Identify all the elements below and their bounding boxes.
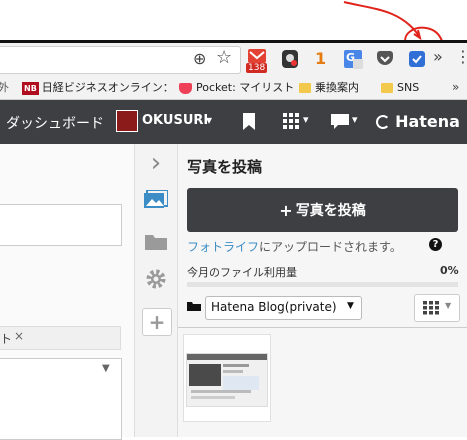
hatena-logo-text: Hatena [395, 112, 460, 131]
gmail-count-badge: 138 [246, 63, 268, 73]
plus-icon: + [148, 310, 166, 334]
folder-select[interactable]: Hatena Blog(private) ▼ [205, 296, 362, 320]
chevron-down-icon: ▾ [206, 113, 213, 127]
post-photo-button[interactable]: + 写真を投稿 [187, 188, 458, 232]
photo-icon[interactable] [144, 190, 168, 210]
gmail-extension-icon[interactable] [248, 49, 266, 63]
bookmark-star-icon[interactable]: ☆ [216, 47, 232, 68]
bookmark-folder-sns[interactable]: SNS [381, 80, 419, 96]
usage-percent: 0% [440, 264, 459, 277]
panel-title: 写真を投稿 [187, 158, 263, 176]
close-icon[interactable]: × [14, 329, 24, 343]
gear-icon[interactable] [145, 268, 167, 290]
photo-list-divider [178, 327, 467, 328]
browser-toolbar: ⊕ ☆ 138 1 G » ⋮ [0, 40, 467, 77]
translate-extension-icon[interactable]: G [344, 50, 363, 69]
thumbnail-image [186, 353, 268, 407]
chevron-right-icon[interactable]: › [143, 148, 169, 178]
bookmark-label: Pocket: マイリスト [196, 81, 295, 94]
bookmark-folder-transit[interactable]: 乗換案内 [299, 80, 359, 96]
hatena-swirl-icon [376, 114, 390, 129]
photo-upload-panel: 写真を投稿 + 写真を投稿 フォトライフにアップロードされます。 ? 今月のファ… [178, 144, 467, 437]
upload-destination-note: フォトライフにアップロードされます。 [187, 238, 402, 255]
browser-menu-icon[interactable]: ⋮ [455, 47, 467, 66]
blog-avatar [116, 110, 138, 132]
grid-view-icon [423, 301, 439, 315]
folder-select-value: Hatena Blog(private) [211, 300, 337, 314]
post-photo-label: 写真を投稿 [295, 203, 366, 219]
checkmark-icon [412, 55, 422, 64]
plus-icon: + [279, 200, 293, 220]
bookmark-label: SNS [397, 81, 420, 94]
pocket-favicon-icon [179, 82, 192, 94]
fotolife-link[interactable]: フォトライフ [187, 240, 259, 254]
chevron-down-icon: ▾ [352, 113, 358, 126]
grid-menu-icon[interactable] [283, 113, 301, 131]
hatena-logo[interactable]: Hatena [376, 111, 460, 131]
category-tag[interactable]: ト × [0, 326, 121, 350]
folder-icon [187, 302, 201, 311]
extensions-overflow-icon[interactable]: » [433, 47, 443, 66]
hatena-blog-extension-icon[interactable] [409, 51, 425, 67]
folder-icon [381, 83, 393, 93]
bookmarks-overflow-icon[interactable]: » [452, 80, 459, 94]
dashboard-link[interactable]: ダッシュボード [6, 113, 104, 133]
bookmark-item-pocket[interactable]: Pocket: マイリスト [179, 80, 294, 96]
extension-icon[interactable] [282, 50, 298, 68]
bookmark-icon[interactable] [242, 113, 256, 131]
select-arrow-icon: ▼ [347, 301, 354, 311]
upload-text: にアップロードされます。 [259, 240, 402, 254]
bookmark-item-nikkei[interactable]: NB 日経ビジネスオンライン： [22, 80, 174, 96]
tag-label: ト [0, 332, 13, 346]
folder-icon [299, 83, 311, 93]
photo-thumbnail[interactable] [183, 334, 271, 422]
folder-icon[interactable] [145, 232, 167, 250]
comment-icon[interactable] [331, 114, 349, 130]
help-icon[interactable]: ? [429, 238, 442, 251]
notification-count-icon[interactable]: 1 [315, 49, 326, 68]
bookmarks-bar: 外 NB 日経ビジネスオンライン： Pocket: マイリスト 乗換案内 SNS … [0, 77, 467, 100]
dropdown-triangle-icon[interactable]: ▼ [102, 363, 110, 374]
bookmark-label: 日経ビジネスオンライン： [41, 81, 174, 94]
usage-progress-bar [187, 282, 458, 287]
usage-label: 今月のファイル利用量 [187, 266, 297, 279]
zoom-icon[interactable]: ⊕ [193, 49, 206, 68]
add-button[interactable]: + [142, 308, 172, 336]
editor-left-pane: ト × ▼ [0, 144, 135, 440]
pocket-extension-icon[interactable] [377, 51, 393, 65]
chevron-down-icon: ▼ [445, 301, 452, 310]
editor-sidebar-icons: › + [135, 144, 178, 437]
bookmark-label: 乗換案内 [315, 81, 359, 94]
view-toggle-button[interactable]: ▼ [414, 294, 460, 322]
bookmark-item[interactable]: 外 [0, 80, 9, 96]
hatena-header: ダッシュボード OKUSURI ▾ ▾ ▾ Hatena [0, 100, 467, 144]
title-input[interactable] [0, 204, 122, 246]
chevron-down-icon: ▾ [303, 113, 309, 126]
blog-name: OKUSURI [142, 113, 209, 128]
envelope-icon [249, 51, 265, 60]
nb-favicon-icon: NB [22, 81, 39, 95]
